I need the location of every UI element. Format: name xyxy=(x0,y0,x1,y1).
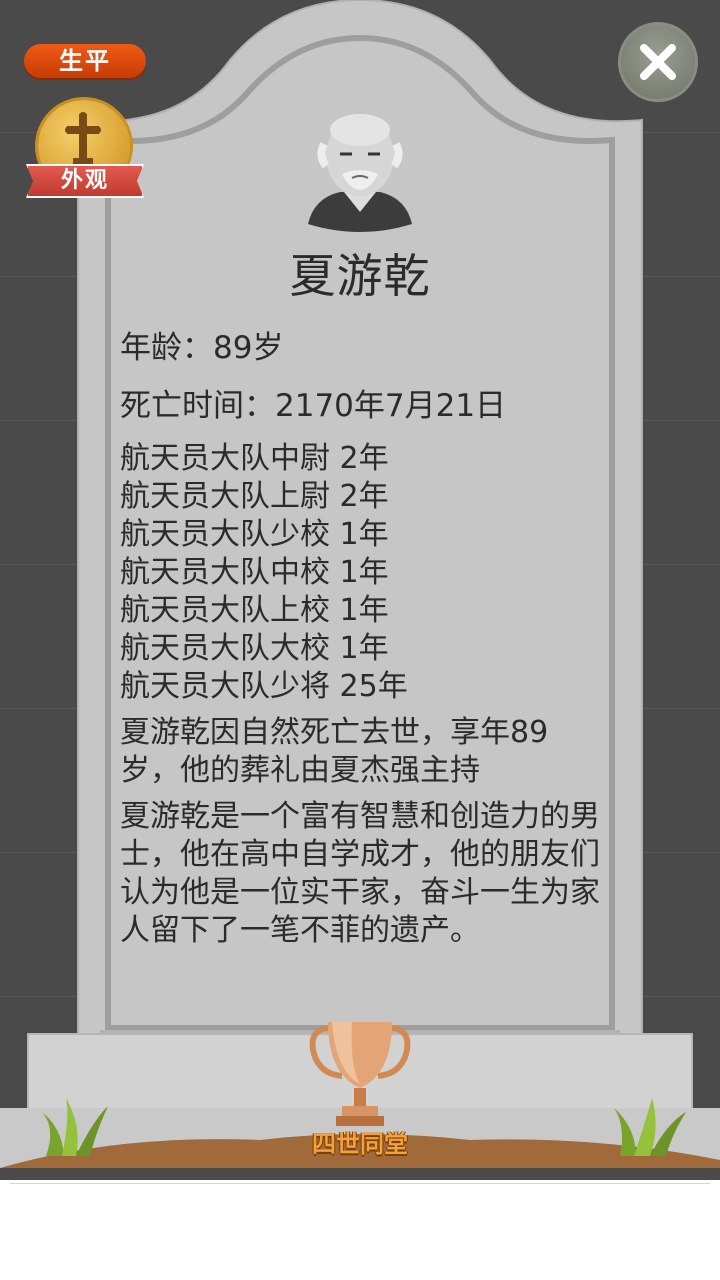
career-item: 航天员大队中尉 2年 xyxy=(120,441,389,476)
biography: 夏游乾是一个富有智慧和创造力的男士，他在高中自学成才，他的朋友们认为他是一位实干… xyxy=(120,799,600,948)
achievement-title: 四世同堂 xyxy=(312,1130,408,1158)
trophy-icon xyxy=(309,1022,411,1126)
career-item: 航天员大队上校 1年 xyxy=(120,593,389,628)
tab-life[interactable]: 生平 xyxy=(24,44,146,78)
age-line: 年龄：89岁 xyxy=(120,330,284,366)
death-summary: 夏游乾因自然死亡去世，享年89岁，他的葬礼由夏杰强主持 xyxy=(120,715,549,788)
career-item: 航天员大队大校 1年 xyxy=(120,631,389,666)
divider xyxy=(10,1183,710,1184)
elder-man-avatar xyxy=(308,114,412,232)
close-button[interactable] xyxy=(618,22,698,102)
career-item: 航天员大队少校 1年 xyxy=(120,517,389,552)
career-item: 航天员大队上尉 2年 xyxy=(120,479,389,514)
grass-right xyxy=(614,1098,686,1156)
close-icon xyxy=(640,44,676,80)
death-time-line: 死亡时间：2170年7月21日 xyxy=(120,388,507,424)
career-list: 航天员大队中尉 2年 航天员大队上尉 2年 航天员大队少校 1年 航天员大队中校… xyxy=(120,440,600,706)
career-item: 航天员大队中校 1年 xyxy=(120,555,389,590)
appearance-label: 外观 xyxy=(26,164,144,198)
grass-left xyxy=(42,1098,108,1156)
cross-icon xyxy=(65,112,101,164)
deceased-name: 夏游乾 xyxy=(289,249,431,303)
appearance-button[interactable]: 外观 xyxy=(26,100,144,204)
career-item: 航天员大队少将 25年 xyxy=(120,669,408,704)
